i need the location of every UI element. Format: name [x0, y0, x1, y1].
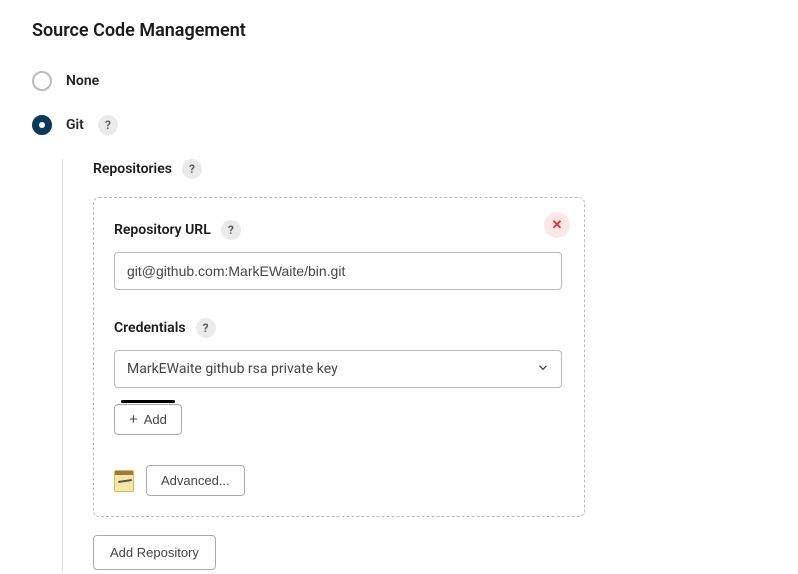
repository-block: ✕ Repository URL ? Credentials ? MarkEWa… — [93, 197, 585, 517]
plus-icon: + — [129, 412, 138, 427]
add-repository-button[interactable]: Add Repository — [93, 535, 216, 570]
remove-repository-button[interactable]: ✕ — [544, 212, 570, 238]
notepad-icon — [114, 470, 134, 492]
radio-none[interactable] — [32, 71, 52, 91]
radio-none-label: None — [66, 73, 99, 89]
credentials-header: Credentials ? — [114, 318, 564, 338]
add-credentials-button[interactable]: + Add — [114, 404, 182, 435]
repository-url-label: Repository URL — [114, 222, 211, 238]
repositories-label: Repositories — [93, 161, 172, 177]
advanced-button[interactable]: Advanced... — [146, 465, 245, 496]
close-icon: ✕ — [552, 218, 563, 233]
credentials-label: Credentials — [114, 320, 186, 336]
radio-git[interactable] — [32, 115, 52, 135]
advanced-row: Advanced... — [114, 465, 564, 496]
credentials-select-wrap[interactable]: MarkEWaite github rsa private key — [114, 350, 562, 388]
repository-url-header: Repository URL ? — [114, 220, 564, 240]
section-title: Source Code Management — [32, 20, 798, 41]
help-icon[interactable]: ? — [221, 220, 241, 240]
repository-url-input[interactable] — [114, 252, 562, 290]
help-icon[interactable]: ? — [196, 318, 216, 338]
credentials-select[interactable]: MarkEWaite github rsa private key — [114, 350, 562, 388]
add-button-label: Add — [144, 412, 167, 427]
git-config-section: Repositories ? ✕ Repository URL ? Creden… — [62, 159, 798, 570]
advanced-button-label: Advanced... — [161, 473, 230, 488]
help-icon[interactable]: ? — [182, 159, 202, 179]
add-repository-label: Add Repository — [110, 545, 199, 560]
help-icon[interactable]: ? — [98, 115, 118, 135]
repositories-header: Repositories ? — [93, 159, 798, 179]
scm-option-git[interactable]: Git ? — [32, 115, 798, 135]
scm-option-none[interactable]: None — [32, 71, 798, 91]
radio-git-label: Git — [66, 117, 84, 133]
